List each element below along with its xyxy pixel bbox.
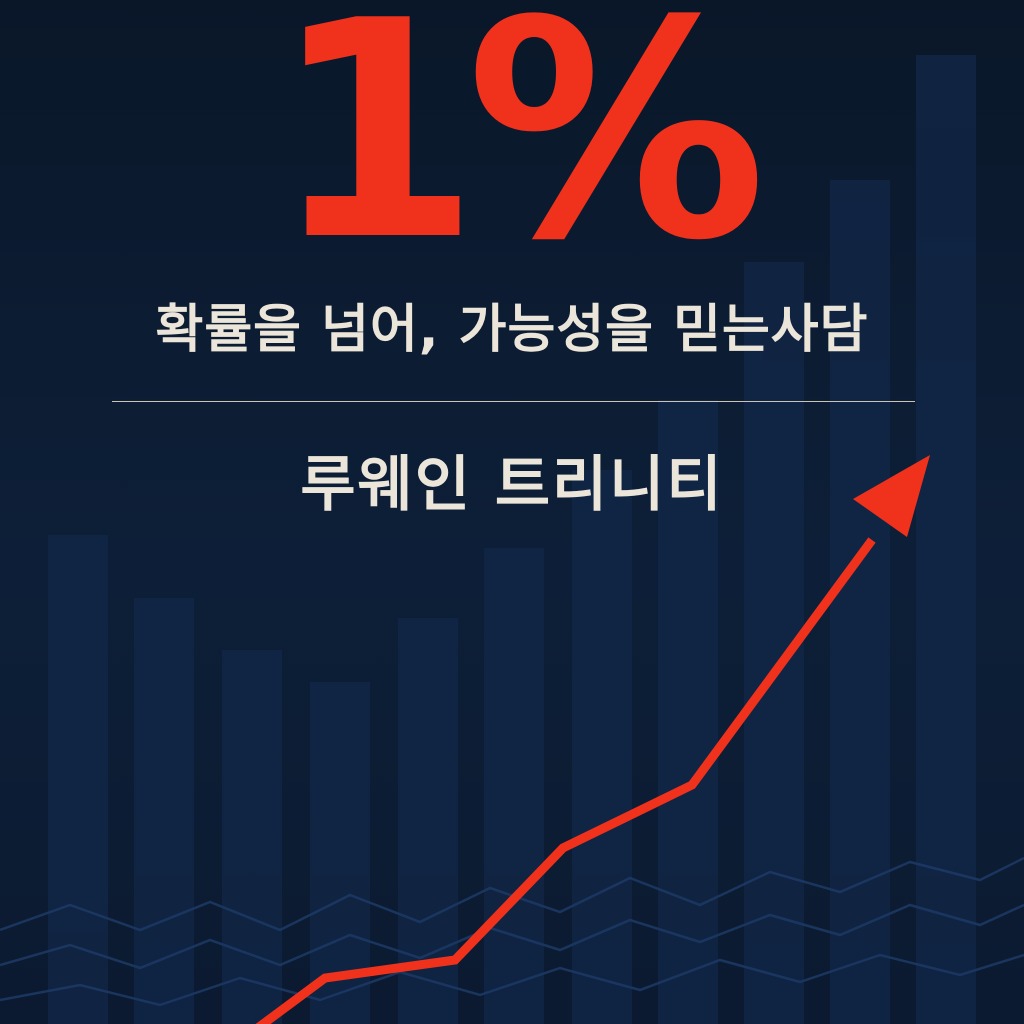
author-name: 루웨인 트리니티 (300, 450, 724, 520)
background-bar (48, 535, 108, 1024)
background-bar (134, 598, 194, 1024)
headline-percent: 1% (271, 0, 766, 306)
background-bar (222, 650, 282, 1024)
book-cover: 1% 확률을 넘어, 가능성을 믿는사담 루웨인 트리니티 (0, 0, 1024, 1024)
title-divider (112, 401, 915, 402)
background-bar (484, 548, 544, 1024)
book-subtitle: 확률을 넘어, 가능성을 믿는사담 (155, 300, 869, 360)
